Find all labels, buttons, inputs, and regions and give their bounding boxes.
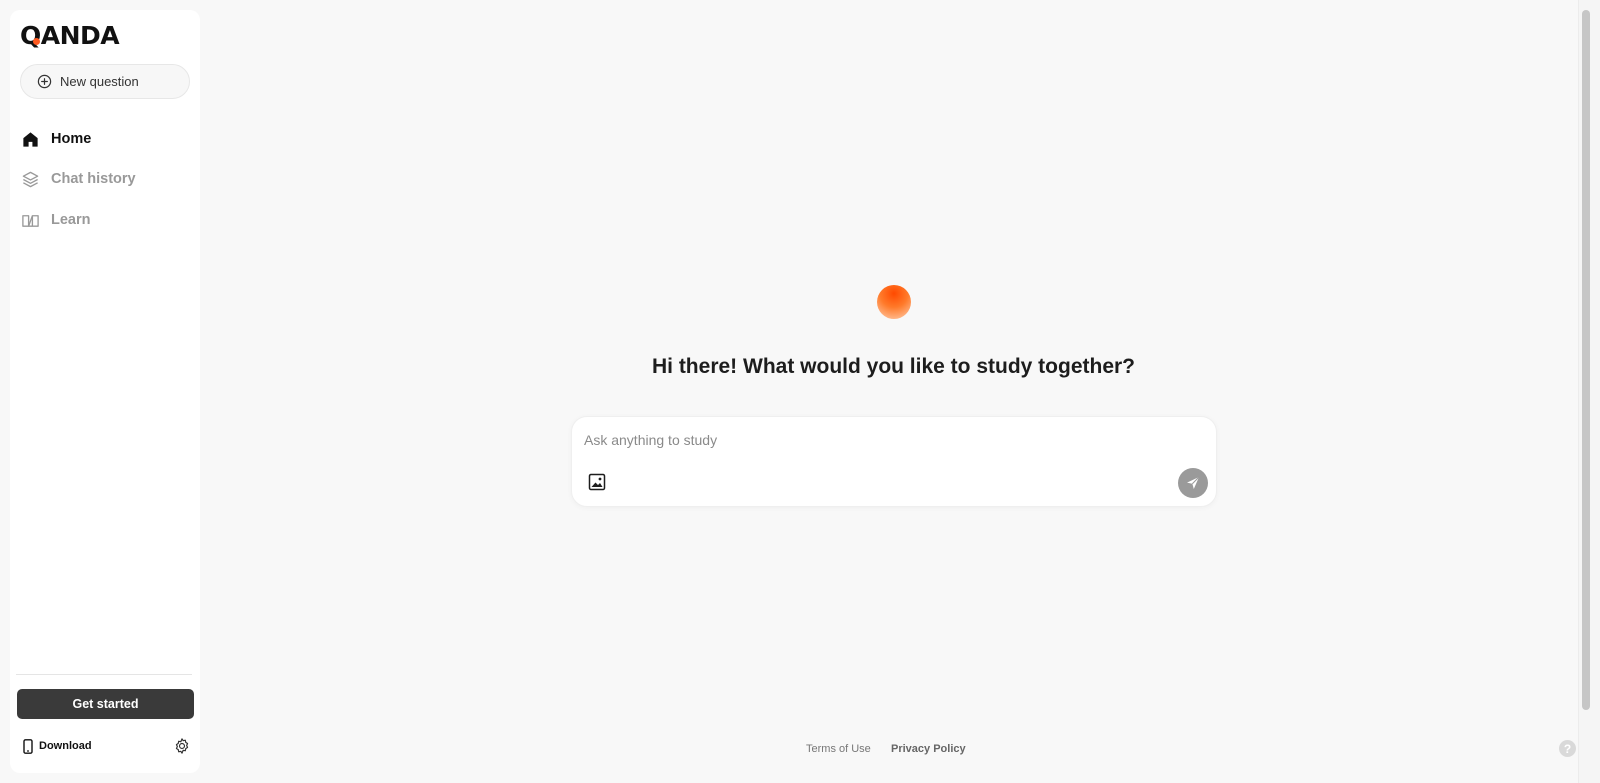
phone-icon: [23, 738, 33, 754]
greeting-title: Hi there! What would you like to study t…: [651, 355, 1135, 378]
sidebar-item-chat-history[interactable]: Chat history: [20, 163, 190, 195]
sidebar: QANDA New question Home Chat history Lea…: [10, 10, 200, 773]
settings-button[interactable]: [173, 737, 191, 755]
assistant-orb: [877, 285, 911, 319]
help-icon: ?: [1563, 741, 1572, 756]
question-input[interactable]: [584, 428, 1144, 452]
privacy-policy-link[interactable]: Privacy Policy: [891, 743, 966, 755]
get-started-label: Get started: [72, 697, 139, 711]
get-started-button[interactable]: Get started: [17, 689, 194, 719]
download-label: Download: [39, 740, 92, 752]
plus-circle-icon: [37, 74, 52, 89]
scrollbar-thumb[interactable]: [1582, 10, 1590, 710]
logo-text: QANDA: [20, 20, 120, 50]
qanda-logo[interactable]: QANDA: [20, 20, 120, 50]
gear-icon: [175, 738, 189, 754]
sidebar-item-label: Home: [51, 131, 92, 147]
new-question-button[interactable]: New question: [20, 64, 190, 99]
download-button[interactable]: Download: [23, 737, 92, 755]
image-icon: [588, 473, 606, 491]
layers-icon: [22, 171, 39, 187]
sidebar-item-home[interactable]: Home: [20, 123, 190, 155]
home-icon: [23, 131, 38, 147]
question-input-card: [571, 416, 1217, 507]
new-question-label: New question: [60, 74, 139, 89]
sidebar-divider: [16, 674, 192, 675]
image-upload-button[interactable]: [587, 472, 607, 492]
sidebar-item-label: Chat history: [51, 171, 136, 187]
send-icon: [1187, 476, 1200, 489]
logo-dot: [33, 38, 40, 45]
sidebar-item-learn[interactable]: Learn: [20, 204, 190, 236]
sidebar-item-label: Learn: [51, 212, 91, 228]
terms-of-use-link[interactable]: Terms of Use: [806, 743, 871, 755]
send-button[interactable]: [1178, 468, 1208, 498]
help-button[interactable]: ?: [1559, 740, 1576, 757]
book-icon: [22, 214, 39, 227]
